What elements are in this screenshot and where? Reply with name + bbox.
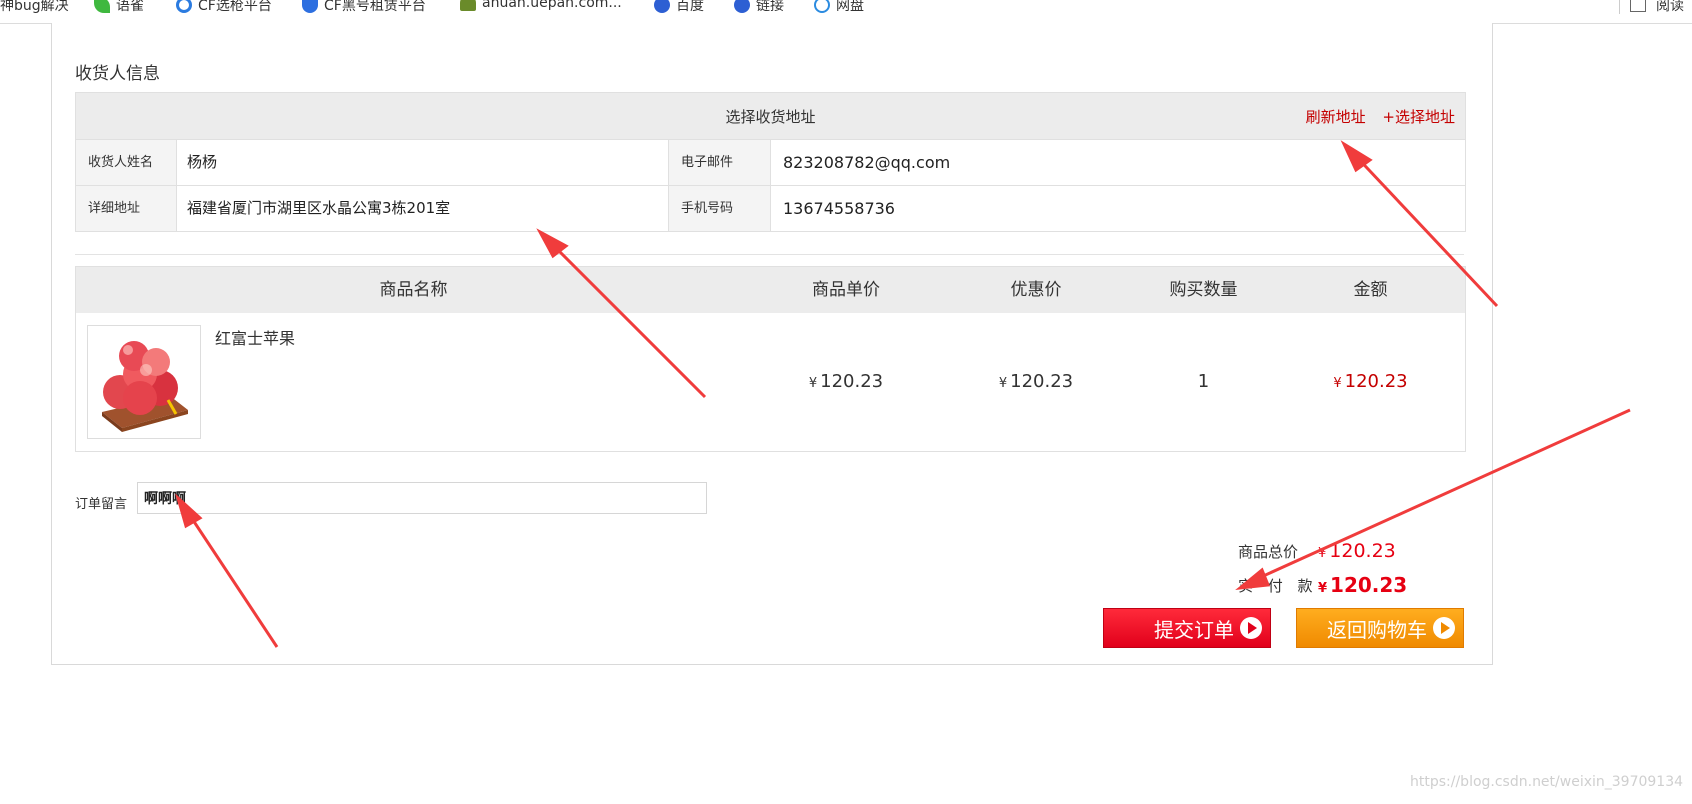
bookmark-label: CF选枪平台 — [198, 0, 272, 14]
address-table-header: 选择收货地址 刷新地址 +选择地址 — [76, 93, 1465, 140]
discount-price-cell: ¥120.23 — [941, 313, 1131, 451]
bookmark-item[interactable]: 语雀 — [94, 0, 144, 15]
total-price-row: 商品总价 ¥120.23 — [1238, 534, 1407, 568]
paw-icon — [734, 0, 750, 13]
watermark: https://blog.csdn.net/weixin_39709134 — [1410, 774, 1684, 790]
paid-amount-value: ¥120.23 — [1318, 573, 1407, 597]
paid-amount: 120.23 — [1330, 573, 1408, 597]
submit-order-label: 提交订单 — [1154, 617, 1234, 642]
detail-address-label: 详细地址 — [76, 186, 177, 231]
bookmark-item[interactable]: 链接 — [734, 0, 784, 15]
shield-icon — [302, 0, 318, 13]
reading-list[interactable]: 阅读 — [1619, 0, 1684, 15]
tree-icon — [460, 0, 476, 11]
amount-cell: ¥120.23 — [1276, 313, 1465, 451]
column-header: 购买数量 — [1169, 280, 1238, 300]
total-price-value: ¥120.23 — [1318, 540, 1396, 562]
bookmark-label: 网盘 — [836, 0, 864, 14]
submit-order-button[interactable]: 提交订单 — [1103, 608, 1271, 648]
s-icon — [176, 0, 192, 13]
reading-list-label: 阅读 — [1656, 0, 1684, 14]
bookmark-item[interactable]: CF选枪平台 — [176, 0, 272, 15]
bookmark-item[interactable]: CF黑号租赁平台 — [302, 0, 426, 15]
address-row: 收货人姓名 杨杨 电子邮件 823208782@qq.com — [76, 140, 1465, 186]
currency-symbol: ¥ — [998, 376, 1008, 391]
column-header: 金额 — [1353, 280, 1388, 300]
bookmark-item[interactable]: 神bug解决 — [0, 0, 69, 15]
currency-symbol: ¥ — [1318, 581, 1328, 596]
address-row: 详细地址 福建省厦门市湖里区水晶公寓3栋201室 手机号码 1367455873… — [76, 186, 1465, 231]
quantity: 1 — [1197, 371, 1210, 392]
product-thumbnail[interactable] — [87, 325, 201, 439]
order-remark-label: 订单留言 — [75, 497, 128, 512]
bookmark-item[interactable]: 百度 — [654, 0, 704, 15]
reading-list-icon — [1630, 0, 1646, 12]
order-summary: 商品总价 ¥120.23 实 付 款 ¥120.23 — [1238, 534, 1407, 602]
receiver-name-value: 杨杨 — [177, 140, 669, 185]
phone-label: 手机号码 — [669, 186, 771, 231]
currency-symbol: ¥ — [1318, 546, 1327, 561]
phone-value: 13674558736 — [783, 199, 895, 218]
leaf-icon — [94, 0, 110, 13]
currency-symbol: ¥ — [808, 376, 818, 391]
cloud-icon — [814, 0, 830, 13]
play-circle-icon — [1433, 617, 1455, 639]
total-price-label: 商品总价 — [1238, 542, 1299, 561]
amount: 120.23 — [1344, 371, 1408, 392]
bookmark-label: 百度 — [676, 0, 704, 14]
column-header: 商品单价 — [812, 280, 880, 300]
refresh-address-link[interactable]: 刷新地址 — [1306, 108, 1366, 126]
divider — [1619, 0, 1620, 14]
currency-symbol: ¥ — [1333, 376, 1342, 391]
address-table: 选择收货地址 刷新地址 +选择地址 收货人姓名 杨杨 电子邮件 82320878… — [75, 92, 1466, 232]
goods-table: 商品名称 商品单价 优惠价 购买数量 金额 红富士苹果 ¥ 120.23 ¥ 1… — [75, 266, 1466, 452]
table-row: 红富士苹果 ¥120.23 ¥120.23 1 ¥120.23 — [76, 313, 1465, 451]
bookmark-item[interactable]: 网盘 — [814, 0, 864, 15]
bookmark-label: 神bug解决 — [0, 0, 69, 14]
bookmark-label: 语雀 — [116, 0, 144, 14]
unit-price-cell: ¥120.23 — [751, 313, 941, 451]
bookmark-label: anuan.uepan.com... — [482, 0, 622, 11]
detail-address-value: 福建省厦门市湖里区水晶公寓3栋201室 — [177, 186, 669, 231]
goods-table-header: 商品名称 商品单价 优惠价 购买数量 金额 — [76, 267, 1465, 313]
paid-amount-row: 实 付 款 ¥120.23 — [1238, 568, 1407, 602]
bookmarks-bar: 神bug解决 语雀 CF选枪平台 CF黑号租赁平台 anuan.uepan.co… — [0, 0, 1692, 24]
total-price-amount: 120.23 — [1329, 540, 1396, 562]
play-circle-icon — [1240, 617, 1262, 639]
select-address-link[interactable]: +选择地址 — [1382, 108, 1455, 126]
address-header-title: 选择收货地址 — [725, 108, 816, 126]
column-header: 优惠价 — [1010, 280, 1062, 300]
apple-image — [88, 326, 200, 438]
back-to-cart-label: 返回购物车 — [1327, 617, 1427, 642]
back-to-cart-button[interactable]: 返回购物车 — [1296, 608, 1464, 648]
goods-name-cell: 红富士苹果 — [76, 313, 751, 451]
order-remark-input[interactable] — [137, 482, 707, 514]
discount-price: 120.23 — [1010, 371, 1074, 392]
email-value: 823208782@qq.com — [783, 153, 951, 172]
product-name[interactable]: 红富士苹果 — [215, 325, 295, 349]
unit-price: 120.23 — [820, 371, 884, 392]
email-label: 电子邮件 — [669, 140, 771, 185]
paw-icon — [654, 0, 670, 13]
column-header: 商品名称 — [379, 280, 448, 300]
divider — [75, 254, 1464, 255]
paid-amount-label: 实 付 款 — [1238, 576, 1318, 595]
receiver-name-label: 收货人姓名 — [76, 140, 177, 185]
bookmark-label: CF黑号租赁平台 — [324, 0, 426, 14]
bookmark-item[interactable]: anuan.uepan.com... — [460, 0, 622, 11]
bookmark-label: 链接 — [756, 0, 784, 14]
order-panel: 收货人信息 选择收货地址 刷新地址 +选择地址 收货人姓名 杨杨 电子邮件 82… — [51, 23, 1493, 665]
section-title: 收货人信息 — [75, 64, 160, 84]
